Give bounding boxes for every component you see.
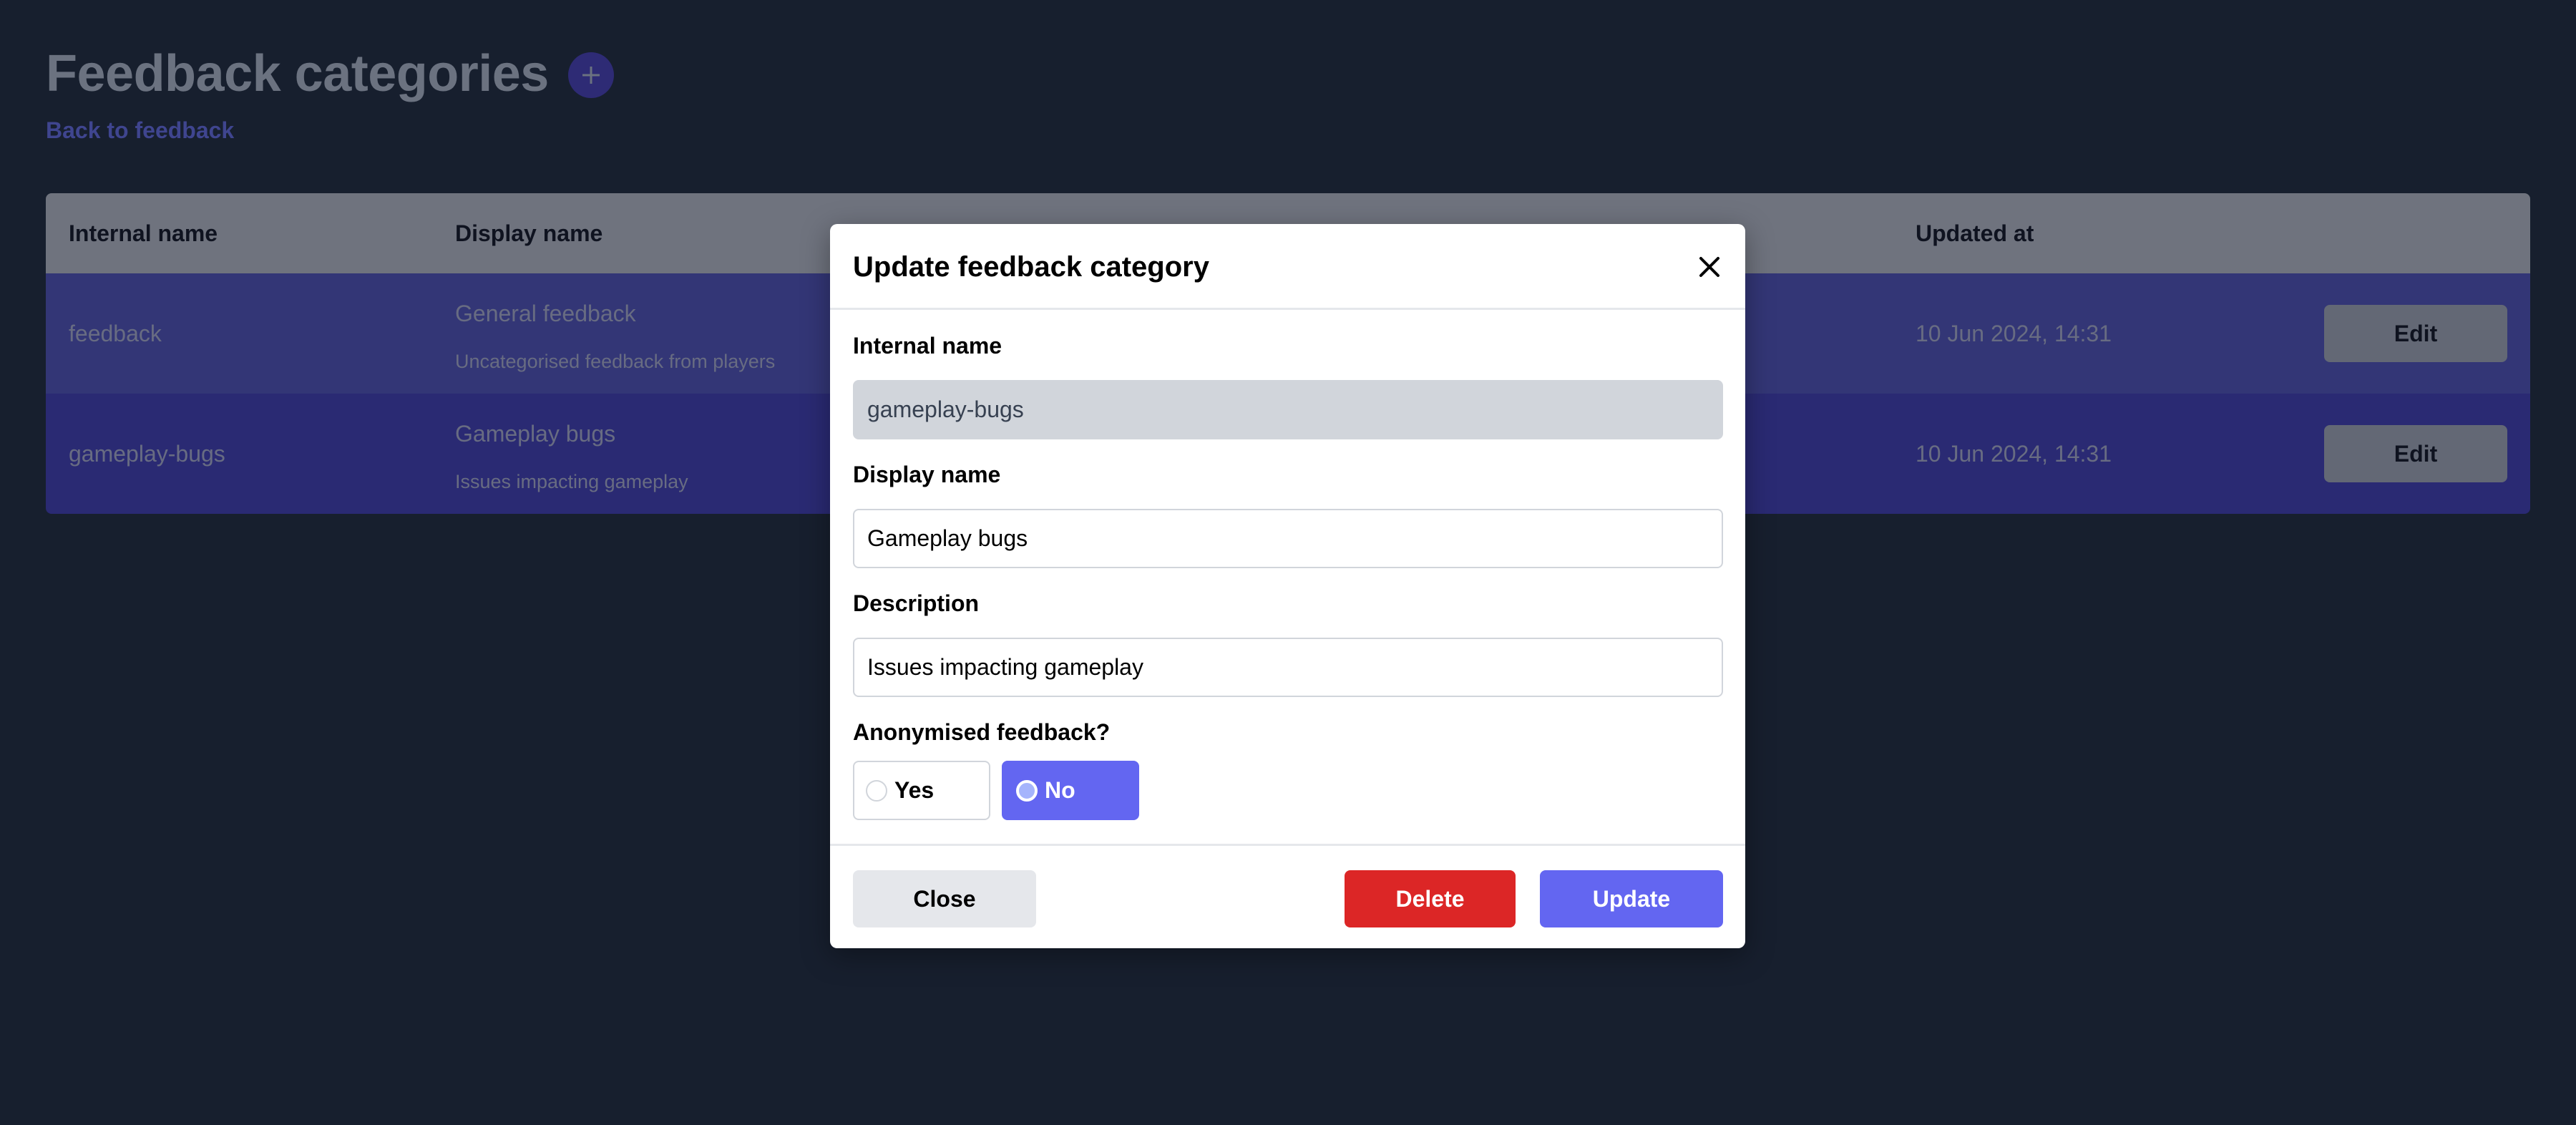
edit-button[interactable]: Edit [2324, 425, 2507, 482]
cell-internal-name: gameplay-bugs [69, 441, 225, 467]
update-category-modal: Update feedback category Internal name D… [830, 224, 1745, 948]
display-name-input[interactable] [853, 509, 1723, 568]
cell-display-name: General feedback [455, 301, 636, 326]
delete-button[interactable]: Delete [1345, 870, 1516, 927]
plus-icon [582, 67, 600, 84]
description-input[interactable] [853, 638, 1723, 697]
modal-footer: Close Delete Update [830, 844, 1745, 948]
cell-display-name: Gameplay bugs [455, 421, 616, 447]
radio-label-yes: Yes [894, 777, 935, 803]
column-header-updated-at: Updated at [1916, 220, 2034, 246]
radio-checked-icon [1016, 780, 1038, 802]
update-button[interactable]: Update [1540, 870, 1723, 927]
page: Feedback categories Back to feedback Int… [0, 0, 2576, 1125]
add-category-button[interactable] [568, 52, 614, 98]
cell-description: Uncategorised feedback from players [455, 351, 776, 372]
cell-updated-at: 10 Jun 2024, 14:31 [1916, 321, 2112, 346]
description-label: Description [853, 590, 980, 616]
radio-unchecked-icon [866, 780, 887, 802]
close-button[interactable]: Close [853, 870, 1036, 927]
column-header-internal-name: Internal name [69, 220, 218, 246]
edit-button[interactable]: Edit [2324, 305, 2507, 362]
cell-updated-at: 10 Jun 2024, 14:31 [1916, 441, 2112, 467]
radio-label-no: No [1045, 777, 1075, 803]
internal-name-label: Internal name [853, 333, 1002, 359]
anonymised-label: Anonymised feedback? [853, 719, 1111, 745]
modal-header: Update feedback category [830, 224, 1745, 310]
display-name-label: Display name [853, 462, 1001, 487]
modal-title: Update feedback category [853, 251, 1209, 283]
anonymised-option-no[interactable]: No [1002, 761, 1139, 820]
anonymised-option-yes[interactable]: Yes [853, 761, 990, 820]
cell-description: Issues impacting gameplay [455, 471, 688, 492]
close-icon [1699, 257, 1719, 277]
page-title: Feedback categories [46, 45, 549, 102]
back-to-feedback-link[interactable]: Back to feedback [46, 115, 234, 146]
cell-internal-name: feedback [69, 321, 162, 346]
internal-name-input[interactable] [853, 380, 1723, 439]
column-header-display-name: Display name [455, 220, 603, 246]
modal-close-button[interactable] [1695, 253, 1724, 281]
